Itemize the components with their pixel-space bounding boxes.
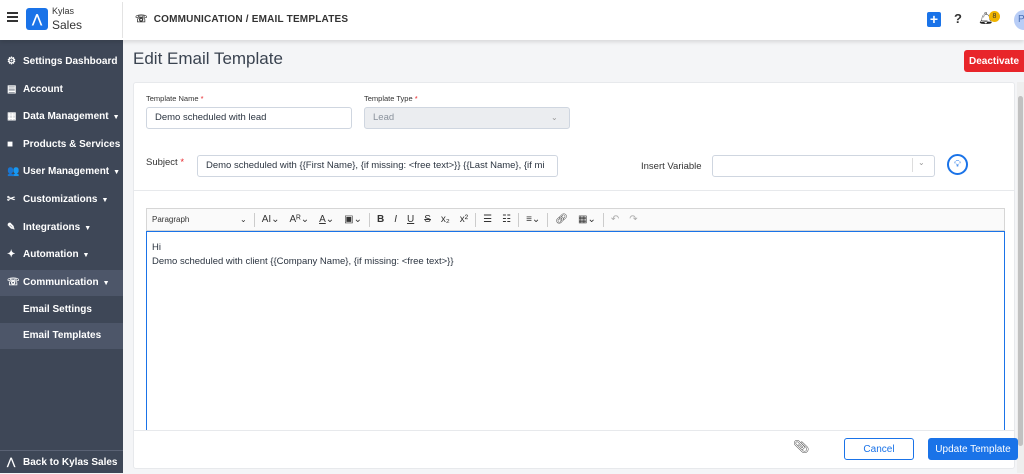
- scrollbar-thumb[interactable]: [1018, 96, 1023, 446]
- sidebar-item-email-templates[interactable]: Email Templates: [0, 323, 123, 349]
- breadcrumb: ☏ COMMUNICATION / EMAIL TEMPLATES: [135, 14, 349, 25]
- sidebar-item-email-settings[interactable]: Email Settings: [0, 297, 123, 323]
- box-icon: ■: [7, 139, 14, 150]
- font-family-icon[interactable]: Aᴿ⌄: [285, 214, 315, 225]
- caret-down-icon: ▼: [101, 197, 109, 204]
- add-button[interactable]: +: [927, 12, 941, 27]
- redo-icon[interactable]: ↷: [624, 214, 642, 225]
- sidebar-item-communication[interactable]: ☏ Communication ▼: [0, 270, 123, 296]
- sidebar-footer: ⋀ Back to Kylas Sales: [0, 450, 123, 473]
- editor-toolbar: Paragraph ⌄ AI⌄ Aᴿ⌄ A⌄ ▣⌄ B I U S x₂ x² ☰…: [146, 208, 1005, 231]
- sidebar: ⚙ Settings Dashboard ▤ Account ▦ Data Manag…: [0, 40, 123, 473]
- caret-down-icon: ▼: [102, 280, 110, 287]
- font-color-icon[interactable]: A⌄: [314, 214, 339, 225]
- font-size-icon[interactable]: AI⌄: [257, 214, 285, 225]
- caret-down-icon: ▼: [113, 169, 121, 176]
- chevron-down-icon[interactable]: ⌄: [235, 215, 252, 224]
- superscript-icon[interactable]: x²: [455, 214, 473, 225]
- template-name-input[interactable]: Demo scheduled with lead: [146, 107, 352, 129]
- italic-icon[interactable]: I: [389, 214, 402, 225]
- sidebar-item-user-management[interactable]: 👥 User Management ▼: [0, 159, 123, 185]
- underline-icon[interactable]: U: [402, 214, 419, 225]
- sidebar-item-settings-dashboard[interactable]: ⚙ Settings Dashboard: [0, 49, 123, 75]
- gear-icon: ⚙: [7, 56, 16, 67]
- divider: [122, 2, 123, 38]
- undo-icon[interactable]: ↶: [606, 214, 624, 225]
- insert-variable-select[interactable]: [712, 155, 935, 177]
- caret-down-icon: ▼: [84, 225, 92, 232]
- avatar[interactable]: P: [1014, 10, 1024, 30]
- subject-label: Subject *: [146, 157, 185, 168]
- sidebar-item-automation[interactable]: ✦ Automation ▼: [0, 242, 123, 268]
- template-type-select: Lead: [364, 107, 570, 129]
- insert-variable-label: Insert Variable: [641, 161, 702, 172]
- kylas-logo[interactable]: ⋀: [26, 8, 48, 30]
- plug-icon: ✎: [7, 222, 16, 233]
- top-bar: ⋀ Kylas Sales ☏ COMMUNICATION / EMAIL TEM…: [0, 0, 1024, 40]
- communication-icon: ☏: [7, 277, 20, 288]
- account-icon: ▤: [7, 84, 17, 95]
- align-icon[interactable]: ≡⌄: [521, 214, 545, 225]
- strikethrough-icon[interactable]: S: [419, 214, 436, 225]
- email-body-editor[interactable]: Hi Demo scheduled with client {{Company …: [146, 231, 1005, 431]
- communication-icon: ☏: [135, 14, 148, 25]
- table-icon[interactable]: ▦⌄: [573, 214, 601, 225]
- logo-icon: ⋀: [7, 457, 16, 468]
- hamburger-menu-icon[interactable]: [7, 12, 18, 14]
- back-to-kylas-sales[interactable]: ⋀ Back to Kylas Sales: [0, 451, 123, 474]
- subscript-icon[interactable]: x₂: [436, 214, 455, 225]
- editor-line: Hi: [152, 242, 161, 253]
- paperclip-icon[interactable]: 📎︎: [793, 439, 810, 455]
- bold-icon[interactable]: B: [372, 214, 389, 225]
- sidebar-item-products-services[interactable]: ■ Products & Services: [0, 132, 123, 158]
- caret-down-icon: ▼: [112, 114, 120, 121]
- paragraph-select[interactable]: Paragraph: [147, 215, 235, 224]
- lightbulb-icon[interactable]: 💡︎: [947, 154, 968, 175]
- page-title: Edit Email Template: [133, 49, 283, 68]
- help-icon[interactable]: ?: [954, 11, 962, 26]
- background-color-icon[interactable]: ▣⌄: [339, 214, 367, 225]
- sidebar-item-data-management[interactable]: ▦ Data Management ▼: [0, 104, 123, 130]
- deactivate-button[interactable]: Deactivate: [964, 50, 1024, 72]
- brand-product: Sales: [52, 18, 83, 32]
- chevron-down-icon[interactable]: ⌄: [912, 158, 925, 172]
- editor-line: Demo scheduled with client {{Company Nam…: [152, 256, 454, 267]
- cancel-button[interactable]: Cancel: [844, 438, 914, 460]
- sidebar-item-customizations[interactable]: ✂ Customizations ▼: [0, 187, 123, 213]
- sidebar-item-integrations[interactable]: ✎ Integrations ▼: [0, 215, 123, 241]
- divider: [133, 190, 1015, 191]
- table-icon: ▦: [7, 111, 17, 122]
- sidebar-item-account[interactable]: ▤ Account: [0, 77, 123, 103]
- bulleted-list-icon[interactable]: ☰: [478, 214, 497, 225]
- subject-input[interactable]: Demo scheduled with {{First Name}, {if m…: [197, 155, 558, 177]
- link-icon[interactable]: 🔗︎: [550, 214, 573, 225]
- update-template-button[interactable]: Update Template: [928, 438, 1018, 460]
- template-name-label: Template Name *: [146, 94, 204, 103]
- scrollbar[interactable]: [1017, 82, 1024, 473]
- chevron-down-icon: ⌄: [551, 113, 558, 122]
- template-type-label: Template Type *: [364, 94, 418, 103]
- caret-down-icon: ▼: [82, 252, 90, 259]
- automation-icon: ✦: [7, 249, 16, 260]
- numbered-list-icon[interactable]: ☷: [497, 214, 516, 225]
- brand-name: Kylas: [52, 6, 75, 16]
- users-icon: 👥: [7, 166, 20, 177]
- divider: [133, 430, 1015, 431]
- tools-icon: ✂: [7, 194, 16, 205]
- notification-badge: 8: [989, 11, 1000, 22]
